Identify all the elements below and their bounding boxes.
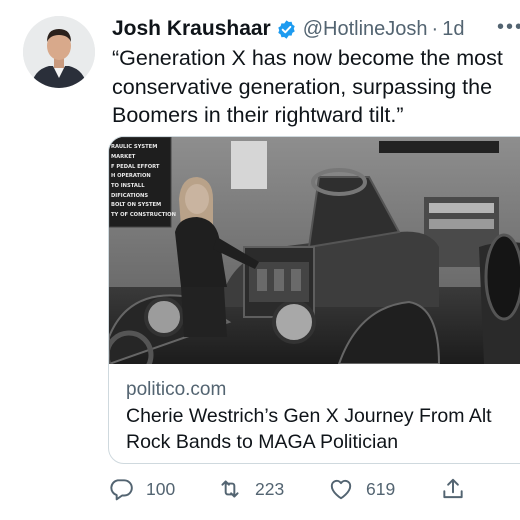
author-handle[interactable]: @HotlineJosh	[303, 18, 428, 41]
share-icon	[443, 478, 463, 499]
sign-line: RAULIC SYSTEM	[111, 144, 157, 150]
sign-line: H OPERATION	[111, 173, 151, 179]
sign-line: BOLT ON SYSTEM	[111, 202, 161, 208]
retweet-count: 223	[255, 478, 285, 499]
action-bar: 100 223 619	[100, 474, 520, 504]
retweet-button[interactable]: 223	[217, 474, 284, 504]
avatar-photo	[23, 16, 95, 88]
retweet-icon	[221, 480, 239, 498]
avatar[interactable]	[23, 16, 95, 88]
sign-line: DIFICATIONS	[111, 193, 148, 199]
card-title: Cherie Westrich’s Gen X Journey From Alt…	[126, 405, 492, 453]
card-domain: politico.com	[126, 379, 227, 400]
card-image: RAULIC SYSTEM MARKET F PEDAL EFFORT H OP…	[109, 137, 520, 364]
separator-dot: ·	[431, 17, 439, 40]
reply-button[interactable]: 100	[108, 474, 175, 504]
sign-line: F PEDAL EFFORT	[111, 164, 160, 170]
more-options-icon[interactable]: •••	[497, 16, 520, 39]
timestamp[interactable]: 1d	[442, 18, 464, 41]
like-count: 619	[366, 478, 396, 499]
reply-icon	[110, 479, 133, 501]
sign-line: TO INSTALL	[111, 183, 145, 189]
sign-line: MARKET	[111, 154, 136, 160]
like-button[interactable]: 619	[328, 474, 395, 504]
tweet-header: Josh Kraushaar @HotlineJosh · 1d	[112, 14, 520, 44]
sign-line: TY OF CONSTRUCTION	[111, 212, 176, 218]
verified-badge-icon	[278, 19, 295, 39]
share-button[interactable]	[440, 474, 466, 504]
heart-icon	[330, 479, 352, 500]
reply-count: 100	[146, 478, 176, 499]
link-card[interactable]: RAULIC SYSTEM MARKET F PEDAL EFFORT H OP…	[108, 136, 520, 464]
author-name[interactable]: Josh Kraushaar	[112, 17, 271, 41]
tweet-text: “Generation X has now become the most co…	[112, 46, 503, 127]
